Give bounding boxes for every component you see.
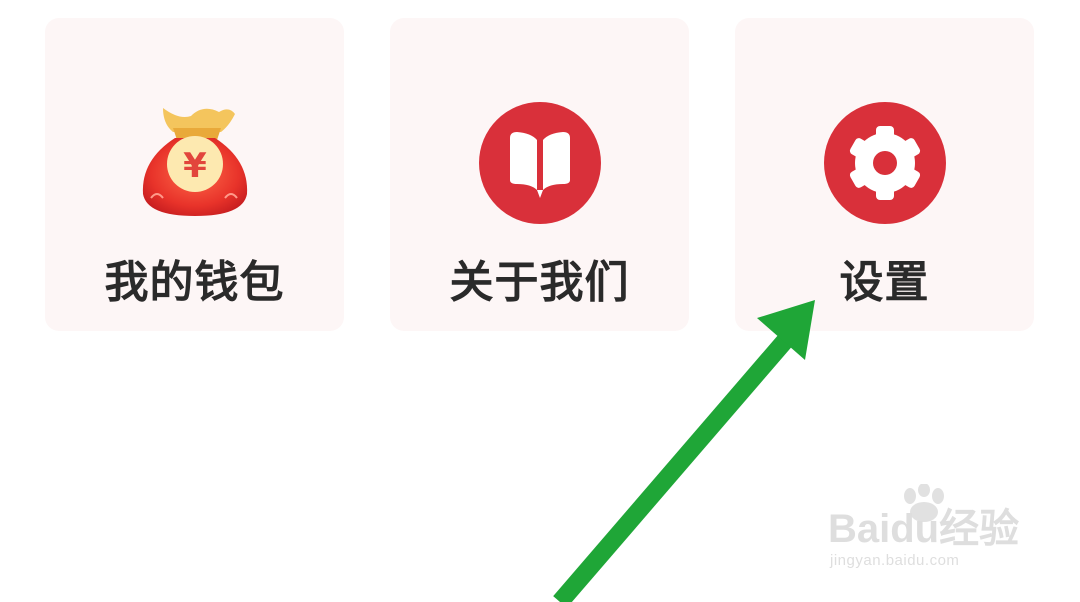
baidu-watermark: Baidu经验 jingyan.baidu.com	[828, 484, 1028, 582]
watermark-url: jingyan.baidu.com	[830, 552, 960, 569]
watermark-brand: Baidu经验	[828, 507, 1020, 551]
